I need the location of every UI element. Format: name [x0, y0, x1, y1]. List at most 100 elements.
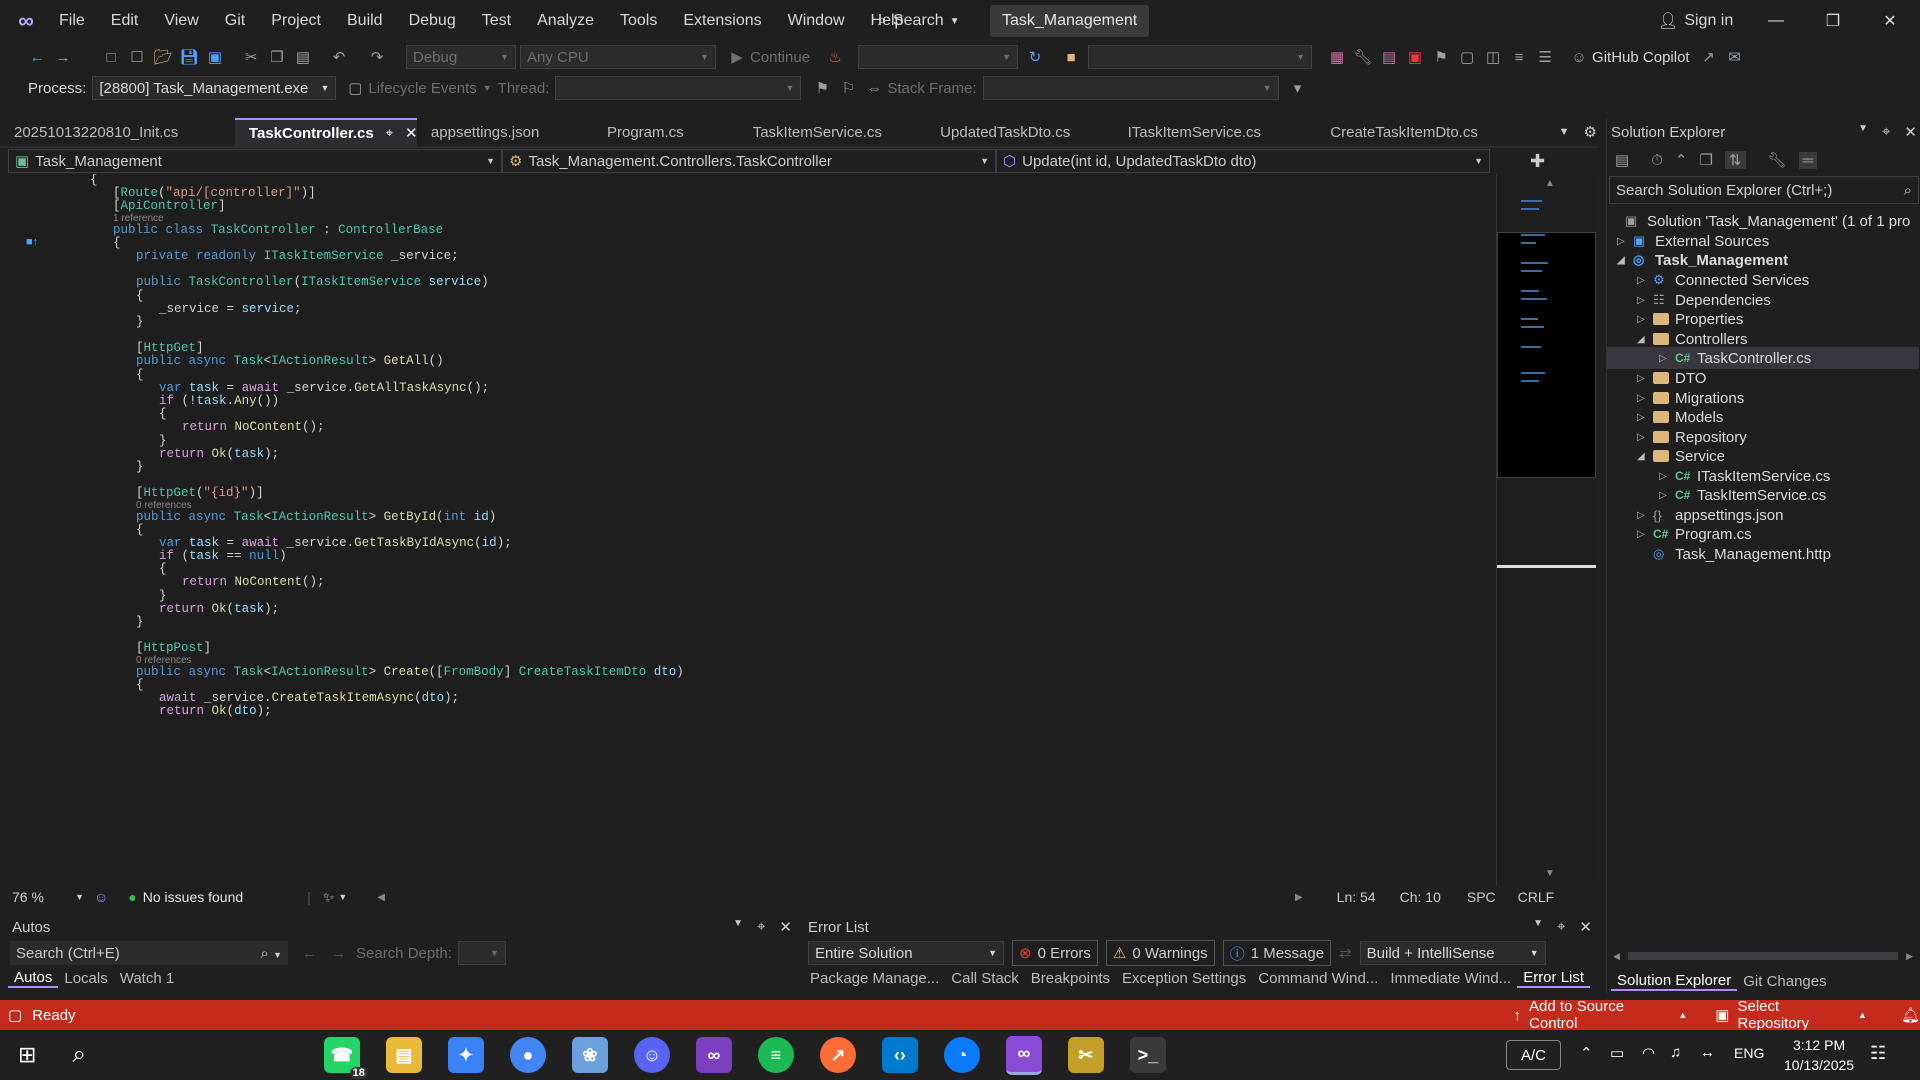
notification-center-icon[interactable]: ☷ — [1870, 1043, 1886, 1064]
tab-createtaskitemdto[interactable]: CreateTaskItemDto.cs — [1316, 118, 1524, 146]
feedback-icon[interactable]: ✉ — [1724, 46, 1746, 68]
properties-wrench-icon[interactable]: 🔧︎ — [1768, 151, 1787, 169]
tab-package-manager[interactable]: Package Manage... — [804, 970, 945, 987]
tab-watch1[interactable]: Watch 1 — [114, 970, 180, 987]
tree-taskitemservice[interactable]: ▷ C# TaskItemService.cs — [1659, 484, 1826, 506]
tab-locals[interactable]: Locals — [58, 970, 113, 987]
history-icon[interactable]: ⏱︎ — [1651, 152, 1663, 169]
layout-icon[interactable]: ▤ — [1378, 46, 1400, 68]
continue-button[interactable]: Continue — [750, 49, 810, 66]
tab-solution-explorer[interactable]: Solution Explorer — [1611, 972, 1738, 991]
solution-search-input[interactable]: Search Solution Explorer (Ctrl+;) ⌕ — [1609, 176, 1919, 204]
tab-immediate-window[interactable]: Immediate Wind... — [1384, 970, 1517, 987]
code-line[interactable]: public async Task<IActionResult> GetById… — [90, 510, 684, 524]
ac-indicator[interactable]: A/C — [1506, 1040, 1562, 1070]
tree-service[interactable]: ◢ Service — [1637, 445, 1725, 467]
toolbox-icon[interactable]: ▣ — [1404, 46, 1426, 68]
pin-icon[interactable]: ⌖ — [1882, 123, 1890, 141]
code-line[interactable]: [HttpGet("{id}")] — [90, 487, 684, 500]
thread-dropdown[interactable]: ▼ — [555, 76, 802, 100]
code-line[interactable]: } — [90, 460, 684, 474]
discord-icon[interactable]: ☺ — [633, 1037, 670, 1073]
code-line[interactable]: return Ok(task); — [90, 602, 684, 616]
minimap-scrollbar[interactable]: ▲ ▼ — [1496, 174, 1597, 886]
tab-itaskitemservice[interactable]: ITaskItemService.cs — [1114, 118, 1317, 146]
menu-git[interactable]: Git — [212, 12, 258, 30]
debug-target-dropdown[interactable]: ▼ — [858, 45, 1019, 69]
visual-studio-active-icon[interactable]: ∞ — [1005, 1035, 1042, 1075]
column-number[interactable]: Ch: 10 — [1400, 889, 1441, 905]
add-to-source-control-button[interactable]: Add to Source Control — [1529, 998, 1670, 1032]
code-line[interactable]: public async Task<IActionResult> GetAll(… — [90, 355, 684, 368]
menu-test[interactable]: Test — [469, 12, 524, 30]
toolbar-options-icon[interactable]: ▾ — [1287, 77, 1309, 99]
undo-icon[interactable]: ↶ — [328, 46, 350, 68]
search-forward-icon[interactable]: → — [331, 945, 346, 962]
wifi-icon[interactable]: ◠ — [1642, 1044, 1655, 1062]
save-icon[interactable]: 💾︎ — [178, 46, 200, 68]
filter-icon[interactable]: ⇄ — [1339, 944, 1352, 962]
whitespace-mode[interactable]: SPC — [1467, 889, 1496, 905]
cut-icon[interactable]: ✂ — [240, 46, 262, 68]
refresh-icon[interactable]: ↻ — [1024, 46, 1046, 68]
menu-build[interactable]: Build — [334, 12, 396, 30]
split-icon[interactable]: ◫ — [1482, 46, 1504, 68]
zoom-dropdown[interactable]: 76 % ▼ — [8, 889, 88, 905]
filter-icon[interactable]: ⇅ — [1724, 151, 1746, 169]
line-ending-mode[interactable]: CRLF — [1518, 889, 1555, 905]
messages-filter-button[interactable]: ⓘ 1 Message — [1222, 940, 1332, 966]
tree-models[interactable]: ▷ Models — [1637, 406, 1723, 428]
tray-chevron-icon[interactable]: ⌃ — [1580, 1044, 1593, 1062]
close-window-button[interactable]: ✕ — [1860, 6, 1920, 36]
tab-error-list[interactable]: Error List — [1517, 969, 1591, 988]
line-number[interactable]: Ln: 54 — [1337, 889, 1376, 905]
tree-connected-services[interactable]: ▷ ⚙ Connected Services — [1637, 269, 1809, 291]
errors-filter-button[interactable]: ⊗ 0 Errors — [1012, 940, 1098, 966]
tree-http-file[interactable]: ◎ Task_Management.http — [1653, 543, 1831, 565]
tab-init-migration[interactable]: 20251013220810_Init.cs — [0, 118, 235, 146]
flag-all-icon[interactable]: ⚐ — [837, 77, 859, 99]
pin-icon[interactable]: ⌖ — [386, 125, 393, 141]
code-line[interactable]: return NoContent(); — [90, 576, 684, 589]
tab-breakpoints[interactable]: Breakpoints — [1025, 970, 1116, 987]
expand-icon[interactable]: ⇔ — [863, 77, 885, 99]
pin-icon[interactable]: ⚑ — [1430, 46, 1452, 68]
settings-gear-icon[interactable]: ⚙ — [1584, 123, 1597, 141]
search-button[interactable]: ⌕ Search ▼ — [878, 7, 960, 35]
code-line[interactable]: if (task == null) — [90, 549, 684, 563]
issues-status[interactable]: No issues found — [143, 889, 243, 905]
process-dropdown[interactable]: [28800] Task_Management.exe ▼ — [92, 76, 337, 100]
notifications-bell-icon[interactable]: 🔔︎ — [1901, 1006, 1920, 1024]
menu-window[interactable]: Window — [775, 12, 858, 30]
vscode-icon[interactable]: ‹› — [881, 1037, 918, 1073]
window-options-icon[interactable]: ▼ — [733, 918, 743, 936]
close-panel-icon[interactable]: ✕ — [1579, 918, 1592, 936]
warnings-filter-button[interactable]: ⚠︎ 0 Warnings — [1105, 940, 1215, 966]
scroll-up-icon[interactable]: ▲ — [1545, 178, 1555, 189]
flag-icon[interactable]: ⚑ — [811, 77, 833, 99]
maximize-button[interactable]: ❒ — [1803, 6, 1863, 36]
wrench-icon[interactable]: 🔧︎ — [1352, 46, 1374, 68]
preview-icon[interactable]: ═ — [1798, 151, 1818, 169]
file-explorer-icon[interactable]: ▤ — [385, 1037, 422, 1073]
play-icon[interactable]: ▶ — [726, 46, 748, 68]
tab-program[interactable]: Program.cs — [593, 118, 739, 146]
code-cleanup-icon[interactable]: ✨︎ — [323, 889, 335, 906]
code-line[interactable]: return Ok(dto); — [90, 705, 684, 718]
code-line[interactable]: if (!task.Any()) — [90, 394, 684, 408]
copilot-status-icon[interactable]: ☺ — [94, 889, 108, 905]
code-line[interactable]: public TaskController(ITaskItemService s… — [90, 276, 684, 289]
whatsapp-icon[interactable]: ☎ 18 — [323, 1037, 368, 1079]
network-icon[interactable]: ↔ — [1700, 1044, 1715, 1061]
code-line[interactable]: public class TaskController : Controller… — [90, 223, 684, 237]
paint-icon[interactable]: ❀ — [571, 1037, 608, 1073]
lifecycle-events-button[interactable]: Lifecycle Events — [368, 80, 476, 97]
search-depth-dropdown[interactable]: ▼ — [457, 941, 506, 965]
horizontal-scrollbar[interactable]: ◀ ▶ — [1613, 948, 1913, 964]
class-dropdown[interactable]: ⚙ Task_Management.Controllers.TaskControl… — [502, 149, 996, 173]
tree-program[interactable]: ▷ C# Program.cs — [1637, 523, 1752, 545]
split-editor-icon[interactable]: ✚ — [1530, 151, 1545, 172]
open-folder-icon[interactable]: 📂︎ — [152, 46, 174, 68]
chrome-icon[interactable]: ● — [509, 1037, 546, 1073]
close-panel-icon[interactable]: ✕ — [779, 918, 792, 936]
